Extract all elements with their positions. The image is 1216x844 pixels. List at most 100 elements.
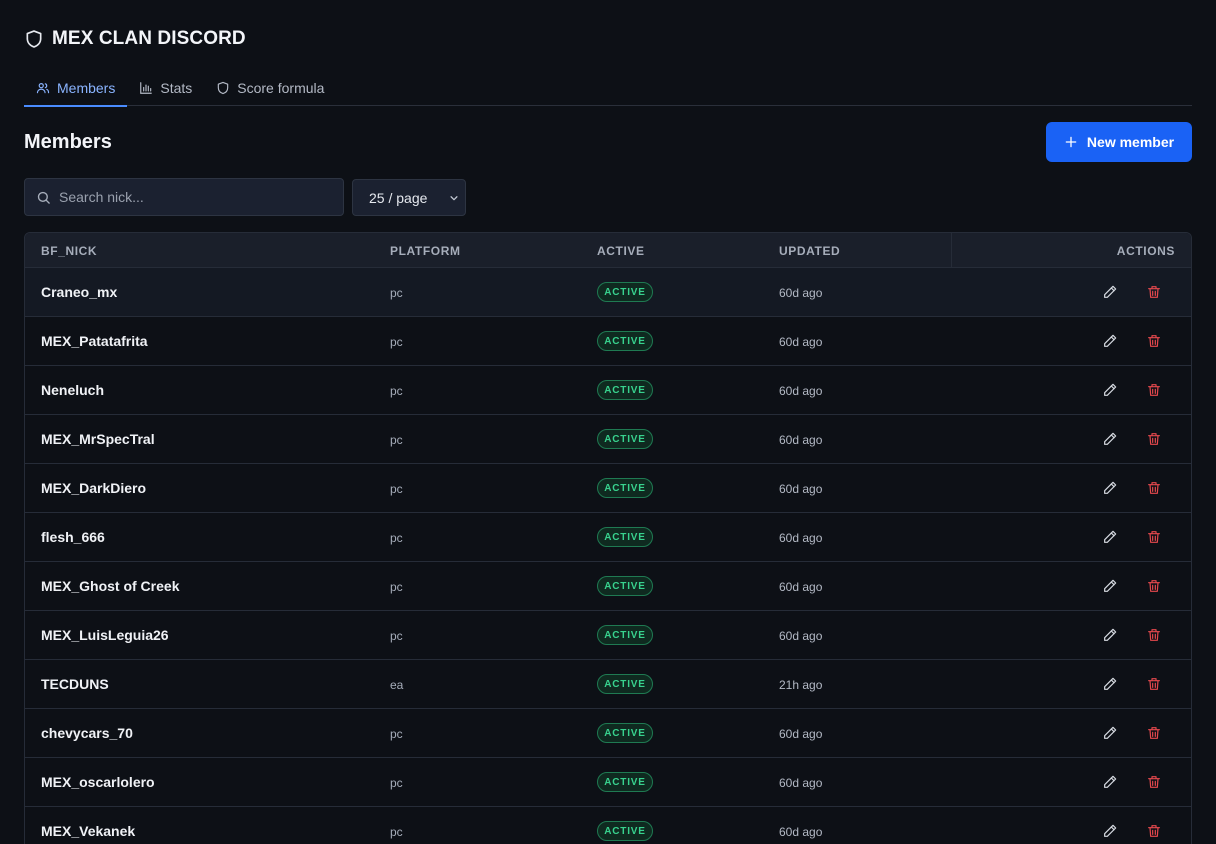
edit-icon[interactable] bbox=[1102, 382, 1118, 398]
member-nick: MEX_Vekanek bbox=[41, 823, 136, 839]
trash-icon[interactable] bbox=[1146, 676, 1162, 692]
trash-icon[interactable] bbox=[1146, 774, 1162, 790]
column-divider bbox=[951, 233, 952, 267]
edit-icon[interactable] bbox=[1102, 676, 1118, 692]
table-row[interactable]: TECDUNS ea ACTIVE 21h ago bbox=[25, 659, 1191, 708]
column-header-updated[interactable]: UPDATED bbox=[779, 244, 840, 258]
edit-icon[interactable] bbox=[1102, 431, 1118, 447]
table-row[interactable]: MEX_Vekanek pc ACTIVE 60d ago bbox=[25, 806, 1191, 844]
column-header-actions: ACTIONS bbox=[1116, 244, 1175, 258]
member-nick: MEX_MrSpecTral bbox=[41, 431, 155, 447]
member-nick: MEX_Ghost of Creek bbox=[41, 578, 180, 594]
trash-icon[interactable] bbox=[1146, 627, 1162, 643]
status-badge: ACTIVE bbox=[597, 478, 653, 498]
edit-icon[interactable] bbox=[1102, 725, 1118, 741]
search-input[interactable] bbox=[59, 189, 319, 205]
member-nick: Neneluch bbox=[41, 382, 105, 398]
member-nick: MEX_DarkDiero bbox=[41, 480, 147, 496]
member-platform: pc bbox=[390, 531, 403, 545]
trash-icon[interactable] bbox=[1146, 529, 1162, 545]
edit-icon[interactable] bbox=[1102, 480, 1118, 496]
member-platform: pc bbox=[390, 384, 403, 398]
column-header-platform[interactable]: PLATFORM bbox=[390, 244, 461, 258]
tab-label: Members bbox=[57, 80, 116, 96]
member-updated: 60d ago bbox=[779, 580, 823, 594]
status-badge: ACTIVE bbox=[597, 772, 653, 792]
tab-stats[interactable]: Stats bbox=[127, 70, 204, 106]
table-row[interactable]: MEX_LuisLeguia26 pc ACTIVE 60d ago bbox=[25, 610, 1191, 659]
member-platform: pc bbox=[390, 629, 403, 643]
tab-members[interactable]: Members bbox=[24, 70, 128, 107]
edit-icon[interactable] bbox=[1102, 529, 1118, 545]
member-platform: ea bbox=[390, 678, 404, 692]
member-platform: pc bbox=[390, 482, 403, 496]
table-row[interactable]: MEX_DarkDiero pc ACTIVE 60d ago bbox=[25, 463, 1191, 512]
app-title: MEX CLAN DISCORD bbox=[52, 28, 246, 49]
table-header: BF_NICK PLATFORM ACTIVE UPDATED ACTIONS bbox=[25, 233, 1191, 267]
edit-icon[interactable] bbox=[1102, 578, 1118, 594]
table-row[interactable]: MEX_Ghost of Creek pc ACTIVE 60d ago bbox=[25, 561, 1191, 610]
page-size-select[interactable]: 25 / page bbox=[352, 179, 466, 216]
shield-icon bbox=[24, 29, 44, 49]
page-size-value: 25 / page bbox=[369, 189, 428, 206]
member-updated: 60d ago bbox=[779, 433, 823, 447]
table-row[interactable]: Neneluch pc ACTIVE 60d ago bbox=[25, 365, 1191, 414]
member-platform: pc bbox=[390, 580, 403, 594]
table-body: Craneo_mx pc ACTIVE 60d ago MEX_Patatafrita p… bbox=[25, 267, 1191, 844]
search-icon bbox=[36, 190, 51, 205]
users-icon bbox=[36, 81, 57, 95]
column-header-active[interactable]: ACTIVE bbox=[597, 244, 645, 258]
status-badge: ACTIVE bbox=[597, 282, 653, 302]
table-row[interactable]: chevycars_70 pc ACTIVE 60d ago bbox=[25, 708, 1191, 757]
trash-icon[interactable] bbox=[1146, 382, 1162, 398]
table-row[interactable]: flesh_666 pc ACTIVE 60d ago bbox=[25, 512, 1191, 561]
new-member-button[interactable]: New member bbox=[1046, 122, 1192, 162]
plus-icon bbox=[1064, 135, 1087, 149]
page-title: Members bbox=[24, 131, 112, 153]
table-row[interactable]: MEX_Patatafrita pc ACTIVE 60d ago bbox=[25, 316, 1191, 365]
shield-icon bbox=[216, 81, 237, 95]
member-platform: pc bbox=[390, 776, 403, 790]
tab-score-formula[interactable]: Score formula bbox=[204, 70, 336, 106]
edit-icon[interactable] bbox=[1102, 774, 1118, 790]
bar-chart-icon bbox=[139, 81, 160, 95]
member-platform: pc bbox=[390, 286, 403, 300]
member-nick: MEX_Patatafrita bbox=[41, 333, 148, 349]
trash-icon[interactable] bbox=[1146, 823, 1162, 839]
member-updated: 60d ago bbox=[779, 825, 823, 839]
member-updated: 60d ago bbox=[779, 629, 823, 643]
trash-icon[interactable] bbox=[1146, 284, 1162, 300]
status-badge: ACTIVE bbox=[597, 331, 653, 351]
member-platform: pc bbox=[390, 433, 403, 447]
member-nick: chevycars_70 bbox=[41, 725, 133, 741]
status-badge: ACTIVE bbox=[597, 674, 653, 694]
member-nick: MEX_oscarlolero bbox=[41, 774, 155, 790]
edit-icon[interactable] bbox=[1102, 823, 1118, 839]
table-row[interactable]: Craneo_mx pc ACTIVE 60d ago bbox=[25, 267, 1191, 316]
member-updated: 21h ago bbox=[779, 678, 823, 692]
member-updated: 60d ago bbox=[779, 776, 823, 790]
trash-icon[interactable] bbox=[1146, 431, 1162, 447]
status-badge: ACTIVE bbox=[597, 527, 653, 547]
edit-icon[interactable] bbox=[1102, 627, 1118, 643]
member-platform: pc bbox=[390, 825, 403, 839]
tab-bar: Members Stats Score formula bbox=[24, 70, 1192, 107]
member-platform: pc bbox=[390, 727, 403, 741]
member-nick: flesh_666 bbox=[41, 529, 105, 545]
tab-label: Score formula bbox=[237, 80, 325, 96]
status-badge: ACTIVE bbox=[597, 429, 653, 449]
table-row[interactable]: MEX_MrSpecTral pc ACTIVE 60d ago bbox=[25, 414, 1191, 463]
edit-icon[interactable] bbox=[1102, 284, 1118, 300]
edit-icon[interactable] bbox=[1102, 333, 1118, 349]
column-header-nick[interactable]: BF_NICK bbox=[41, 244, 97, 258]
trash-icon[interactable] bbox=[1146, 725, 1162, 741]
status-badge: ACTIVE bbox=[597, 723, 653, 743]
member-platform: pc bbox=[390, 335, 403, 349]
trash-icon[interactable] bbox=[1146, 578, 1162, 594]
trash-icon[interactable] bbox=[1146, 480, 1162, 496]
status-badge: ACTIVE bbox=[597, 576, 653, 596]
trash-icon[interactable] bbox=[1146, 333, 1162, 349]
new-member-label: New member bbox=[1086, 134, 1175, 150]
member-updated: 60d ago bbox=[779, 531, 823, 545]
table-row[interactable]: MEX_oscarlolero pc ACTIVE 60d ago bbox=[25, 757, 1191, 806]
